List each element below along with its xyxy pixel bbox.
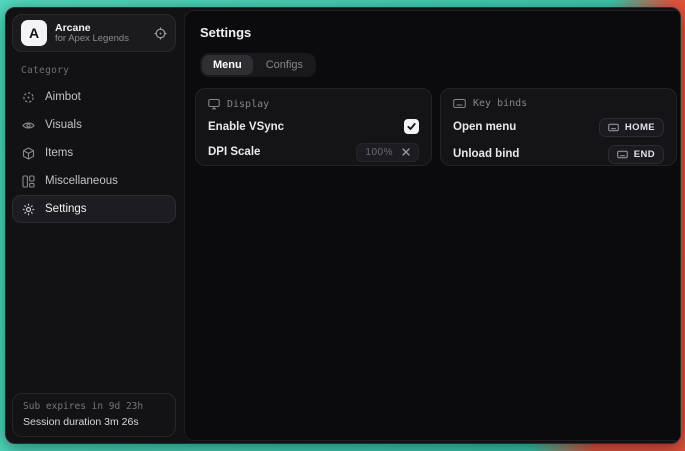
- open-menu-row: Open menu HOME: [453, 118, 664, 136]
- sidebar-item-settings[interactable]: Settings: [12, 195, 176, 223]
- sidebar-nav: Aimbot Visuals: [12, 83, 176, 223]
- app-title: Arcane: [55, 22, 146, 34]
- keyboard-icon: [453, 98, 466, 109]
- tab-configs[interactable]: Configs: [255, 55, 314, 75]
- package-icon: [22, 147, 35, 160]
- bind-key-label: HOME: [625, 122, 655, 133]
- sidebar-item-label: Items: [45, 147, 73, 159]
- dpi-row: DPI Scale 100%: [208, 143, 419, 161]
- sidebar-item-items[interactable]: Items: [12, 139, 176, 167]
- vsync-row: Enable VSync: [208, 119, 419, 134]
- dpi-value: 100%: [365, 147, 393, 158]
- keyboard-icon: [617, 150, 628, 159]
- app-header-card: A Arcane for Apex Legends: [12, 14, 176, 52]
- app-meta: Arcane for Apex Legends: [55, 22, 146, 45]
- dpi-scale-input[interactable]: 100%: [356, 143, 419, 162]
- clear-icon[interactable]: [402, 148, 410, 156]
- gear-icon: [22, 203, 35, 216]
- open-menu-label: Open menu: [453, 121, 516, 133]
- app-window: A Arcane for Apex Legends Category: [5, 7, 681, 444]
- unload-bind-row: Unload bind END: [453, 145, 664, 163]
- keybinds-card: Key binds Open menu HOME: [440, 88, 677, 166]
- vsync-label: Enable VSync: [208, 121, 284, 133]
- dashboard-icon: [22, 175, 35, 188]
- sub-expires-text: Sub expires in 9d 23h: [23, 401, 165, 412]
- keyboard-icon: [608, 123, 619, 132]
- unload-bind-label: Unload bind: [453, 148, 519, 160]
- subscription-info-box: Sub expires in 9d 23h Session duration 3…: [12, 393, 176, 437]
- eye-icon: [22, 119, 35, 132]
- display-card-title: Display: [227, 99, 269, 110]
- sidebar-item-label: Settings: [45, 203, 87, 215]
- keybinds-card-header: Key binds: [453, 98, 664, 109]
- sidebar-item-label: Visuals: [45, 119, 82, 131]
- sidebar-item-label: Miscellaneous: [45, 175, 118, 187]
- tab-menu[interactable]: Menu: [202, 55, 253, 75]
- target-icon[interactable]: [154, 27, 167, 40]
- dpi-label: DPI Scale: [208, 146, 260, 158]
- keybinds-card-title: Key binds: [473, 98, 527, 109]
- page-title: Settings: [200, 25, 677, 40]
- sidebar-item-aimbot[interactable]: Aimbot: [12, 83, 176, 111]
- unload-bind-button[interactable]: END: [608, 145, 664, 164]
- app-subtitle: for Apex Legends: [55, 34, 146, 45]
- main-panel: Settings Menu Configs Display: [184, 10, 681, 441]
- sidebar-item-miscellaneous[interactable]: Miscellaneous: [12, 167, 176, 195]
- vsync-checkbox[interactable]: [404, 119, 419, 134]
- tab-bar: Menu Configs: [200, 53, 316, 77]
- crosshair-icon: [22, 91, 35, 104]
- check-icon: [407, 122, 416, 131]
- sidebar-item-visuals[interactable]: Visuals: [12, 111, 176, 139]
- app-logo: A: [21, 20, 47, 46]
- sidebar-item-label: Aimbot: [45, 91, 81, 103]
- settings-cards: Display Enable VSync DPI Scale 100%: [195, 88, 677, 166]
- bind-key-label: END: [634, 149, 655, 160]
- monitor-icon: [208, 98, 220, 110]
- open-menu-bind-button[interactable]: HOME: [599, 118, 664, 137]
- display-card: Display Enable VSync DPI Scale 100%: [195, 88, 432, 166]
- display-card-header: Display: [208, 98, 419, 110]
- session-duration-text: Session duration 3m 26s: [23, 416, 165, 428]
- sidebar: A Arcane for Apex Legends Category: [6, 8, 182, 443]
- category-label: Category: [21, 65, 167, 76]
